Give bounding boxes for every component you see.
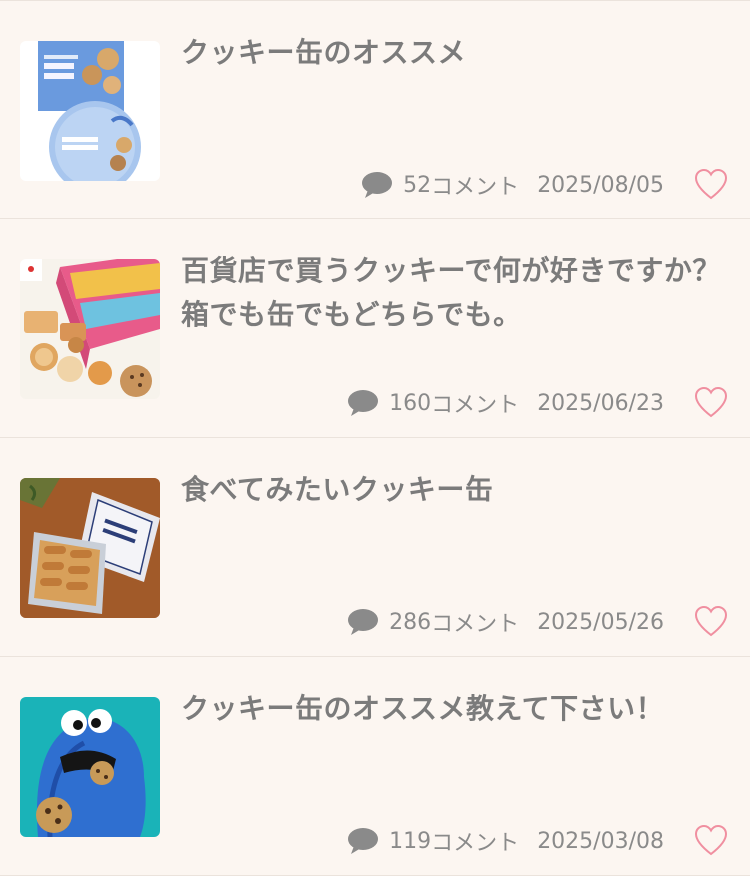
comment-bubble-icon	[347, 826, 379, 856]
topic-title[interactable]: クッキー缶のオススメ	[181, 31, 721, 75]
cookie-monster-thumbnail[interactable]	[20, 697, 160, 837]
topic-date: 2025/05/26	[537, 609, 664, 635]
favorite-heart-icon[interactable]	[694, 386, 728, 420]
comment-count: 160 コメント	[389, 387, 519, 419]
topic-meta: 160 コメント 2025/06/23	[347, 385, 664, 421]
comment-bubble-icon	[347, 388, 379, 418]
comment-bubble-icon	[361, 170, 393, 200]
topic-date: 2025/08/05	[537, 172, 664, 198]
comment-count-number: 119	[389, 828, 432, 854]
list-item[interactable]: 百貨店で買うクッキーで何が好きですか？箱でも缶でもどちらでも。 160 コメント …	[0, 219, 750, 438]
comment-count-suffix: コメント	[431, 393, 520, 418]
list-item[interactable]: 食べてみたいクッキー缶 286 コメント 2025/05/26	[0, 438, 750, 657]
comment-count: 119 コメント	[389, 825, 519, 857]
cookie-tin-thumbnail[interactable]	[20, 478, 160, 618]
topic-list: クッキー缶のオススメ 52 コメント 2025/08/05 百貨店で買うクッキー…	[0, 0, 750, 876]
comment-bubble-icon	[347, 607, 379, 637]
topic-meta: 286 コメント 2025/05/26	[347, 604, 664, 640]
comment-count-number: 160	[389, 390, 432, 416]
topic-title[interactable]: 百貨店で買うクッキーで何が好きですか？箱でも缶でもどちらでも。	[181, 249, 721, 337]
comment-count-suffix: コメント	[431, 831, 520, 856]
topic-date: 2025/03/08	[537, 828, 664, 854]
topic-meta: 52 コメント 2025/08/05	[361, 167, 664, 203]
topic-title[interactable]: 食べてみたいクッキー缶	[181, 468, 721, 512]
topic-title[interactable]: クッキー缶のオススメ教えて下さい！	[181, 687, 721, 731]
comment-count-number: 52	[403, 172, 432, 198]
list-item[interactable]: クッキー缶のオススメ 52 コメント 2025/08/05	[0, 0, 750, 219]
assorted-cookies-thumbnail[interactable]	[20, 259, 160, 399]
comment-count-number: 286	[389, 609, 432, 635]
comment-count: 52 コメント	[403, 169, 519, 201]
comment-count-suffix: コメント	[431, 612, 520, 637]
topic-date: 2025/06/23	[537, 390, 664, 416]
butter-cookies-box-thumbnail[interactable]	[20, 41, 160, 181]
favorite-heart-icon[interactable]	[694, 605, 728, 639]
comment-count: 286 コメント	[389, 606, 519, 638]
topic-meta: 119 コメント 2025/03/08	[347, 823, 664, 859]
comment-count-suffix: コメント	[431, 175, 520, 200]
list-item[interactable]: クッキー缶のオススメ教えて下さい！ 119 コメント 2025/03/08	[0, 657, 750, 876]
favorite-heart-icon[interactable]	[694, 168, 728, 202]
favorite-heart-icon[interactable]	[694, 824, 728, 858]
